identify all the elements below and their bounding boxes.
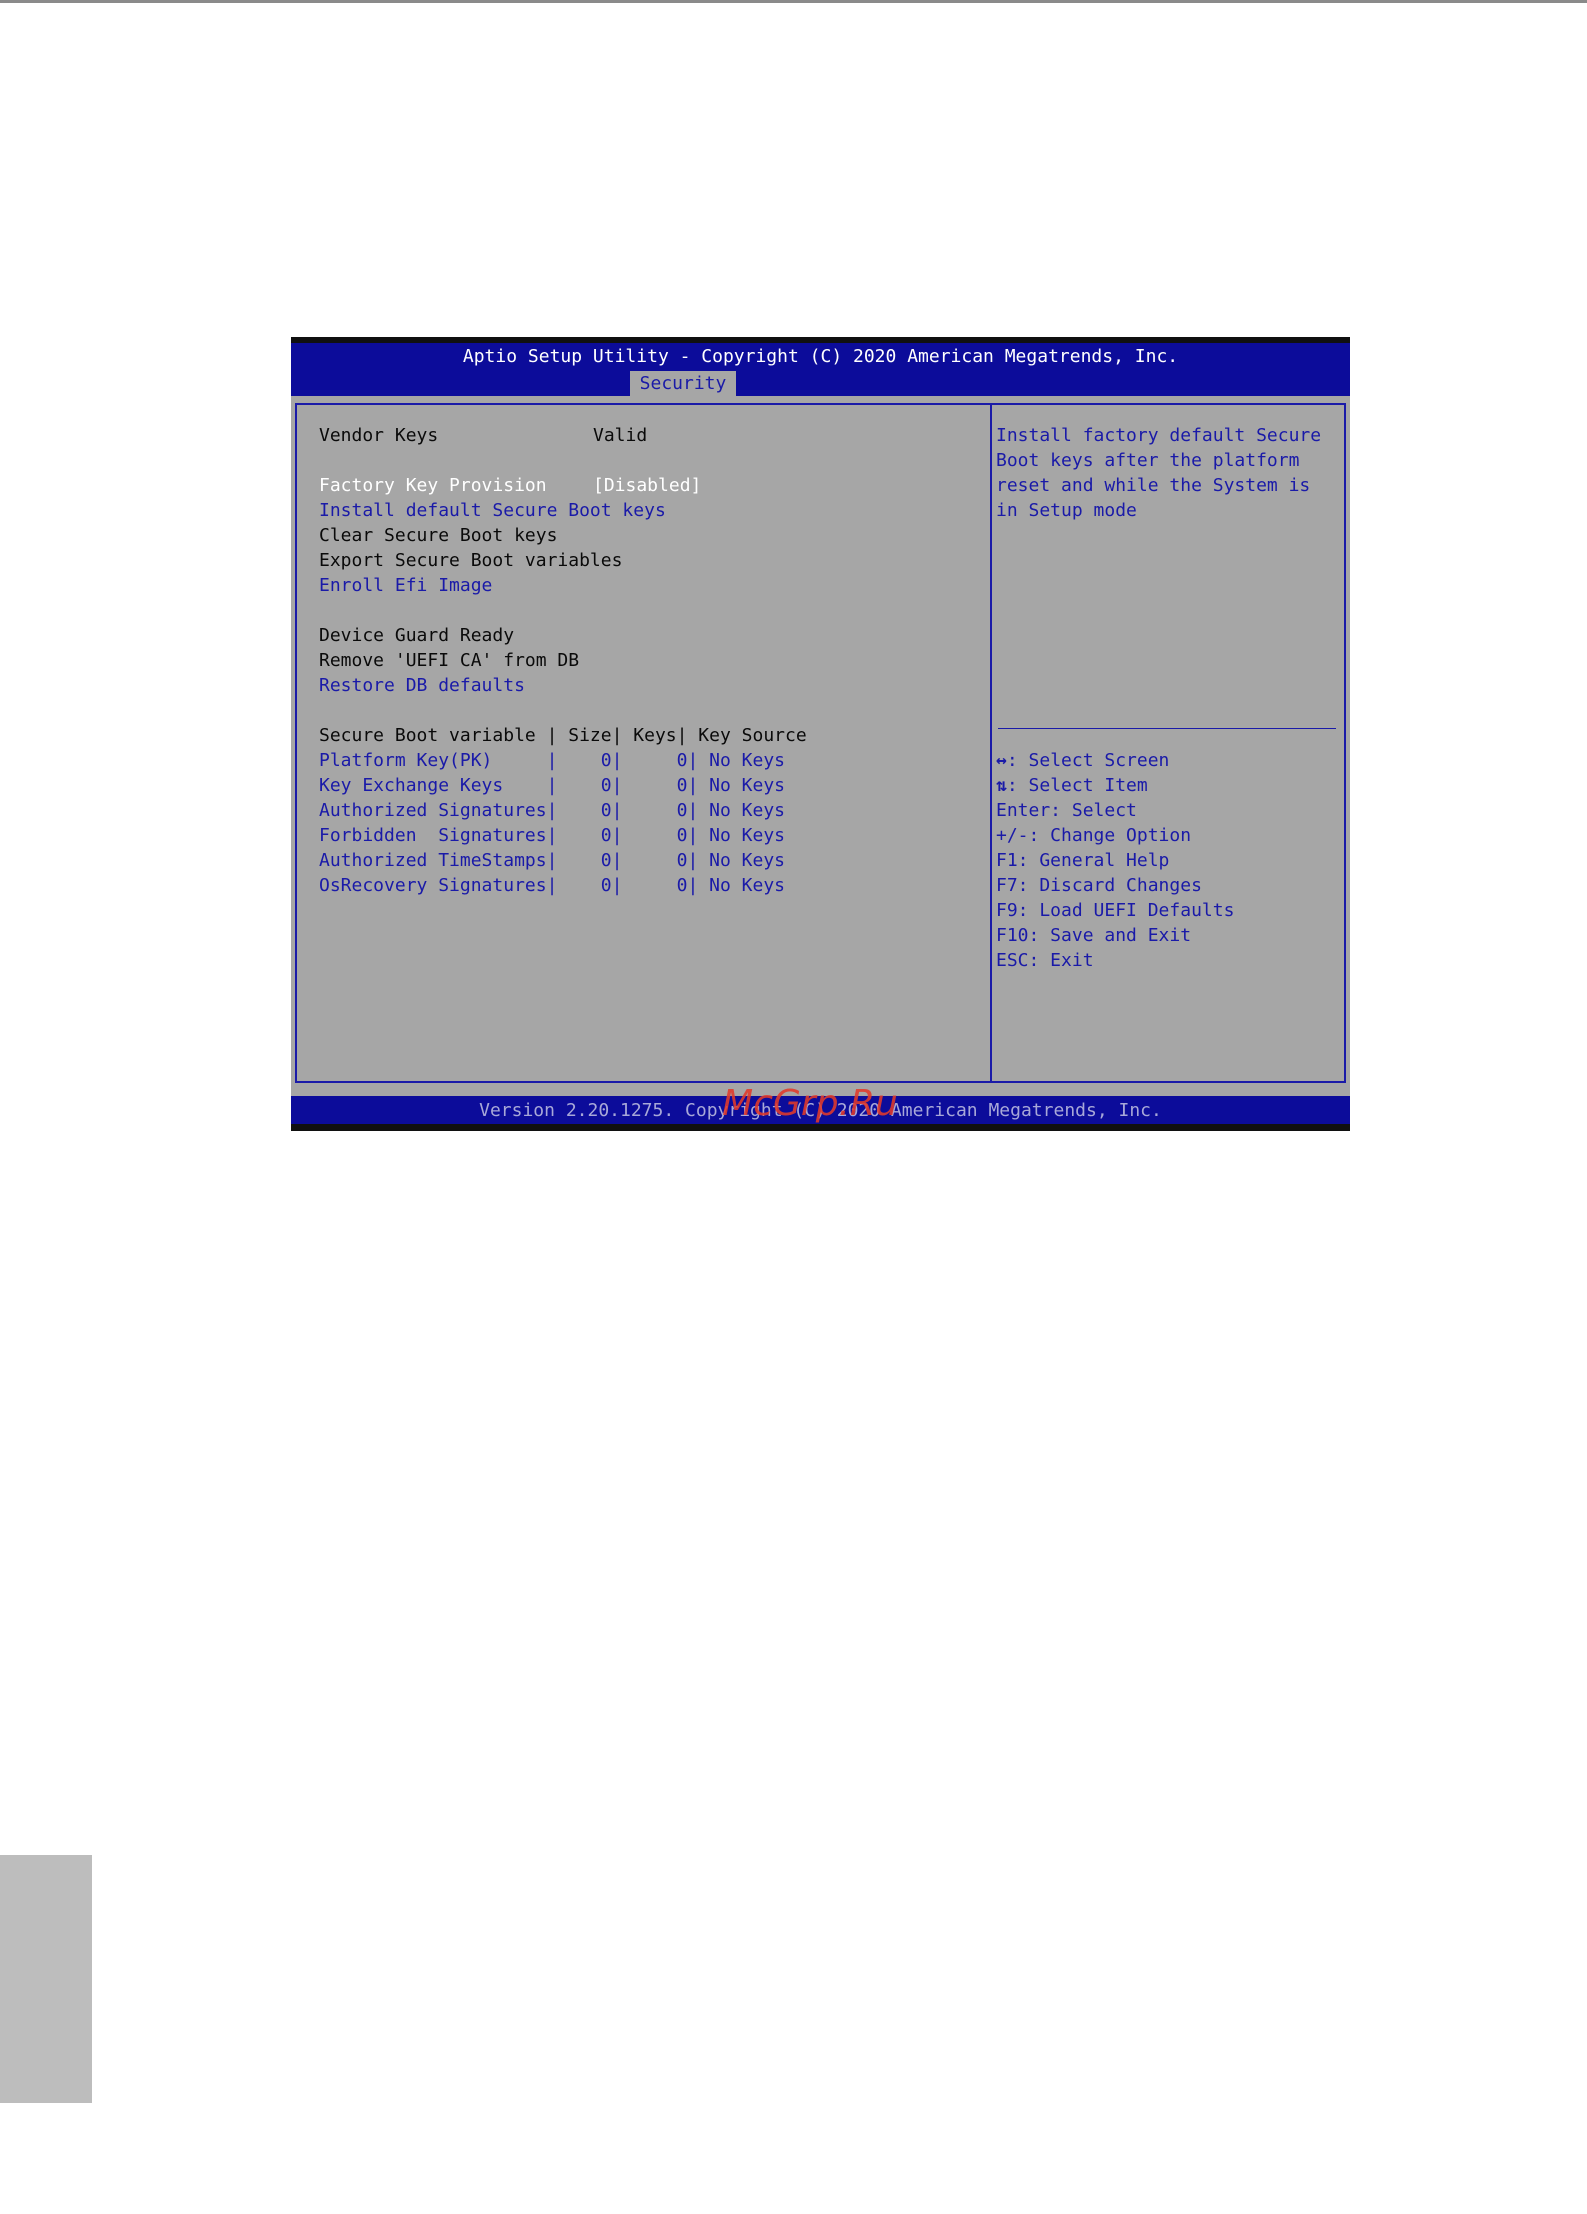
install-default-keys-item[interactable]: Install default Secure Boot keys [319, 498, 666, 523]
secure-boot-table-header: Secure Boot variable | Size| Keys| Key S… [319, 725, 807, 746]
table-row-authorized-signatures[interactable]: Authorized Signatures| 0| 0| No Keys [319, 798, 785, 823]
page-side-tab [0, 1855, 92, 2103]
factory-key-provision-value[interactable]: [Disabled] [593, 473, 701, 498]
bios-header-title: Aptio Setup Utility - Copyright (C) 2020… [462, 346, 1179, 367]
remove-uefi-ca-item: Remove 'UEFI CA' from DB [319, 650, 580, 671]
key-hint-discard-changes: F7: Discard Changes [996, 875, 1202, 896]
key-hint-select-screen: ↔: Select Screen [996, 748, 1169, 773]
factory-key-provision-option[interactable]: Factory Key Provision [319, 473, 547, 498]
watermark: McGrp.Ru [722, 1083, 898, 1124]
vendor-keys-label: Vendor Keys [319, 425, 439, 446]
table-row-authorized-timestamps[interactable]: Authorized TimeStamps| 0| 0| No Keys [319, 848, 785, 873]
restore-db-defaults-item[interactable]: Restore DB defaults [319, 673, 525, 698]
bios-screen: Aptio Setup Utility - Copyright (C) 2020… [291, 337, 1350, 1131]
table-row-forbidden-signatures[interactable]: Forbidden Signatures| 0| 0| No Keys [319, 823, 785, 848]
up-down-arrow-icon: ⇅ [996, 775, 1007, 796]
key-hint-text: : Select Screen [1006, 750, 1170, 771]
page-top-rule [0, 0, 1587, 3]
export-secure-boot-variables-item: Export Secure Boot variables [319, 550, 623, 571]
table-row-platform-key[interactable]: Platform Key(PK) | 0| 0| No Keys [319, 748, 785, 773]
enroll-efi-image-item[interactable]: Enroll Efi Image [319, 573, 492, 598]
help-panel: Install factory default Secure Boot keys… [992, 403, 1346, 1083]
key-hint-enter: Enter: Select [996, 800, 1137, 821]
bios-bottom-band [291, 1124, 1350, 1131]
table-row-key-exchange-keys[interactable]: Key Exchange Keys | 0| 0| No Keys [319, 773, 785, 798]
key-hint-save-exit: F10: Save and Exit [996, 925, 1192, 946]
key-hint-select-item: ⇅: Select Item [996, 773, 1148, 798]
help-text-line: Install factory default Secure [996, 425, 1322, 446]
clear-secure-boot-keys-item: Clear Secure Boot keys [319, 525, 558, 546]
help-divider [998, 728, 1336, 729]
table-row-osrecovery-signatures[interactable]: OsRecovery Signatures| 0| 0| No Keys [319, 873, 785, 898]
main-panel: Vendor Keys Valid Factory Key Provision … [295, 403, 992, 1083]
key-hint-general-help: F1: General Help [996, 850, 1170, 871]
help-text-line: in Setup mode [996, 500, 1137, 521]
key-hint-text: : Select Item [1006, 775, 1148, 796]
help-text-line: reset and while the System is [996, 475, 1311, 496]
key-hint-exit: ESC: Exit [996, 950, 1094, 971]
device-guard-ready-item: Device Guard Ready [319, 625, 515, 646]
tab-security[interactable]: Security [630, 371, 736, 396]
key-hint-change-option: +/-: Change Option [996, 825, 1192, 846]
vendor-keys-value: Valid [593, 425, 648, 446]
key-hint-load-defaults: F9: Load UEFI Defaults [996, 900, 1235, 921]
help-text-line: Boot keys after the platform [996, 450, 1300, 471]
left-right-arrow-icon: ↔ [996, 750, 1007, 771]
